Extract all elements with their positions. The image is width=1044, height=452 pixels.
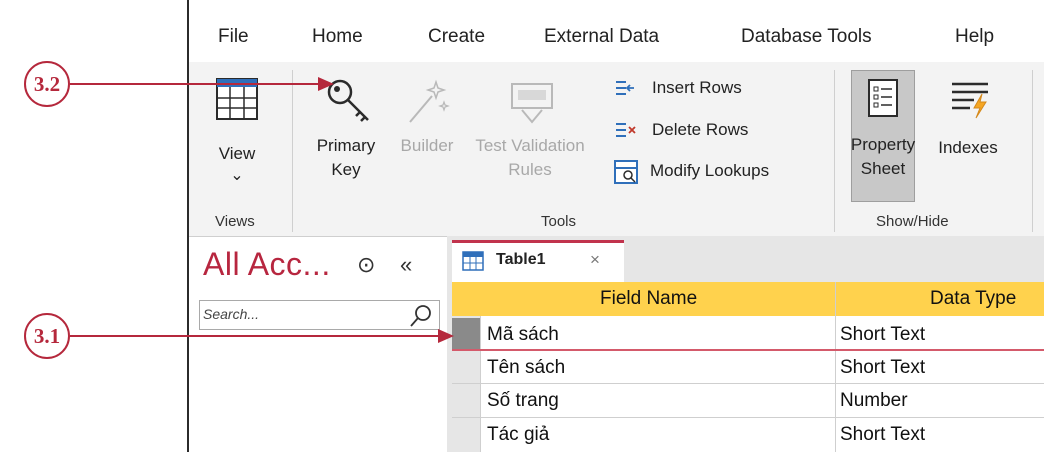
annotation-arrows [70,77,454,343]
callout-3-2: 3.2 [24,61,70,107]
callout-3-1: 3.1 [24,313,70,359]
